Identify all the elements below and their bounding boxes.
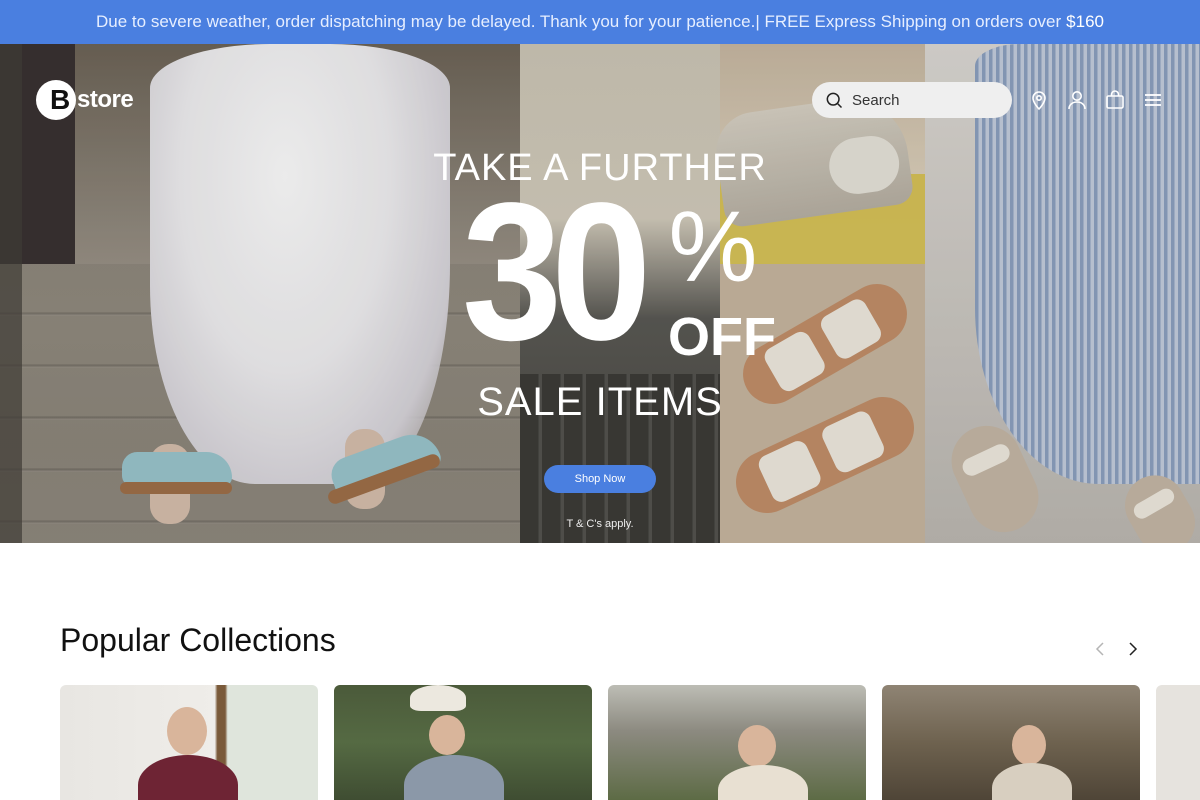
terms-note: T & C's apply. <box>566 518 634 530</box>
user-icon[interactable] <box>1065 88 1089 112</box>
collection-card[interactable] <box>608 685 866 800</box>
collection-card[interactable] <box>334 685 592 800</box>
logo-mark: B <box>36 80 76 120</box>
logo-text: store <box>77 86 134 113</box>
hero-sale-label: SALE ITEMS <box>477 380 723 424</box>
collection-card[interactable] <box>1156 685 1200 800</box>
collection-card[interactable] <box>60 685 318 800</box>
announcement-text: Due to severe weather, order dispatching… <box>96 12 1062 31</box>
search-icon <box>826 92 843 109</box>
shopping-bag-icon[interactable] <box>1103 88 1127 112</box>
search-input[interactable] <box>852 91 1002 109</box>
menu-icon[interactable] <box>1141 88 1165 112</box>
hero-percent-sign: % <box>668 191 758 303</box>
hero-discount-number: 30 <box>461 162 652 381</box>
collection-card[interactable] <box>882 685 1140 800</box>
location-pin-icon[interactable] <box>1027 88 1051 112</box>
search-bar[interactable] <box>812 82 1012 118</box>
announcement-bar: Due to severe weather, order dispatching… <box>0 0 1200 44</box>
shop-now-button[interactable]: Shop Now <box>544 465 656 493</box>
hero-off-label: OFF <box>668 307 776 367</box>
chevron-left-icon[interactable] <box>1090 639 1110 659</box>
chevron-right-icon[interactable] <box>1123 639 1143 659</box>
store-logo[interactable]: B store <box>36 80 134 120</box>
announcement-amount: $160 <box>1066 12 1104 31</box>
section-title: Popular Collections <box>60 622 336 658</box>
